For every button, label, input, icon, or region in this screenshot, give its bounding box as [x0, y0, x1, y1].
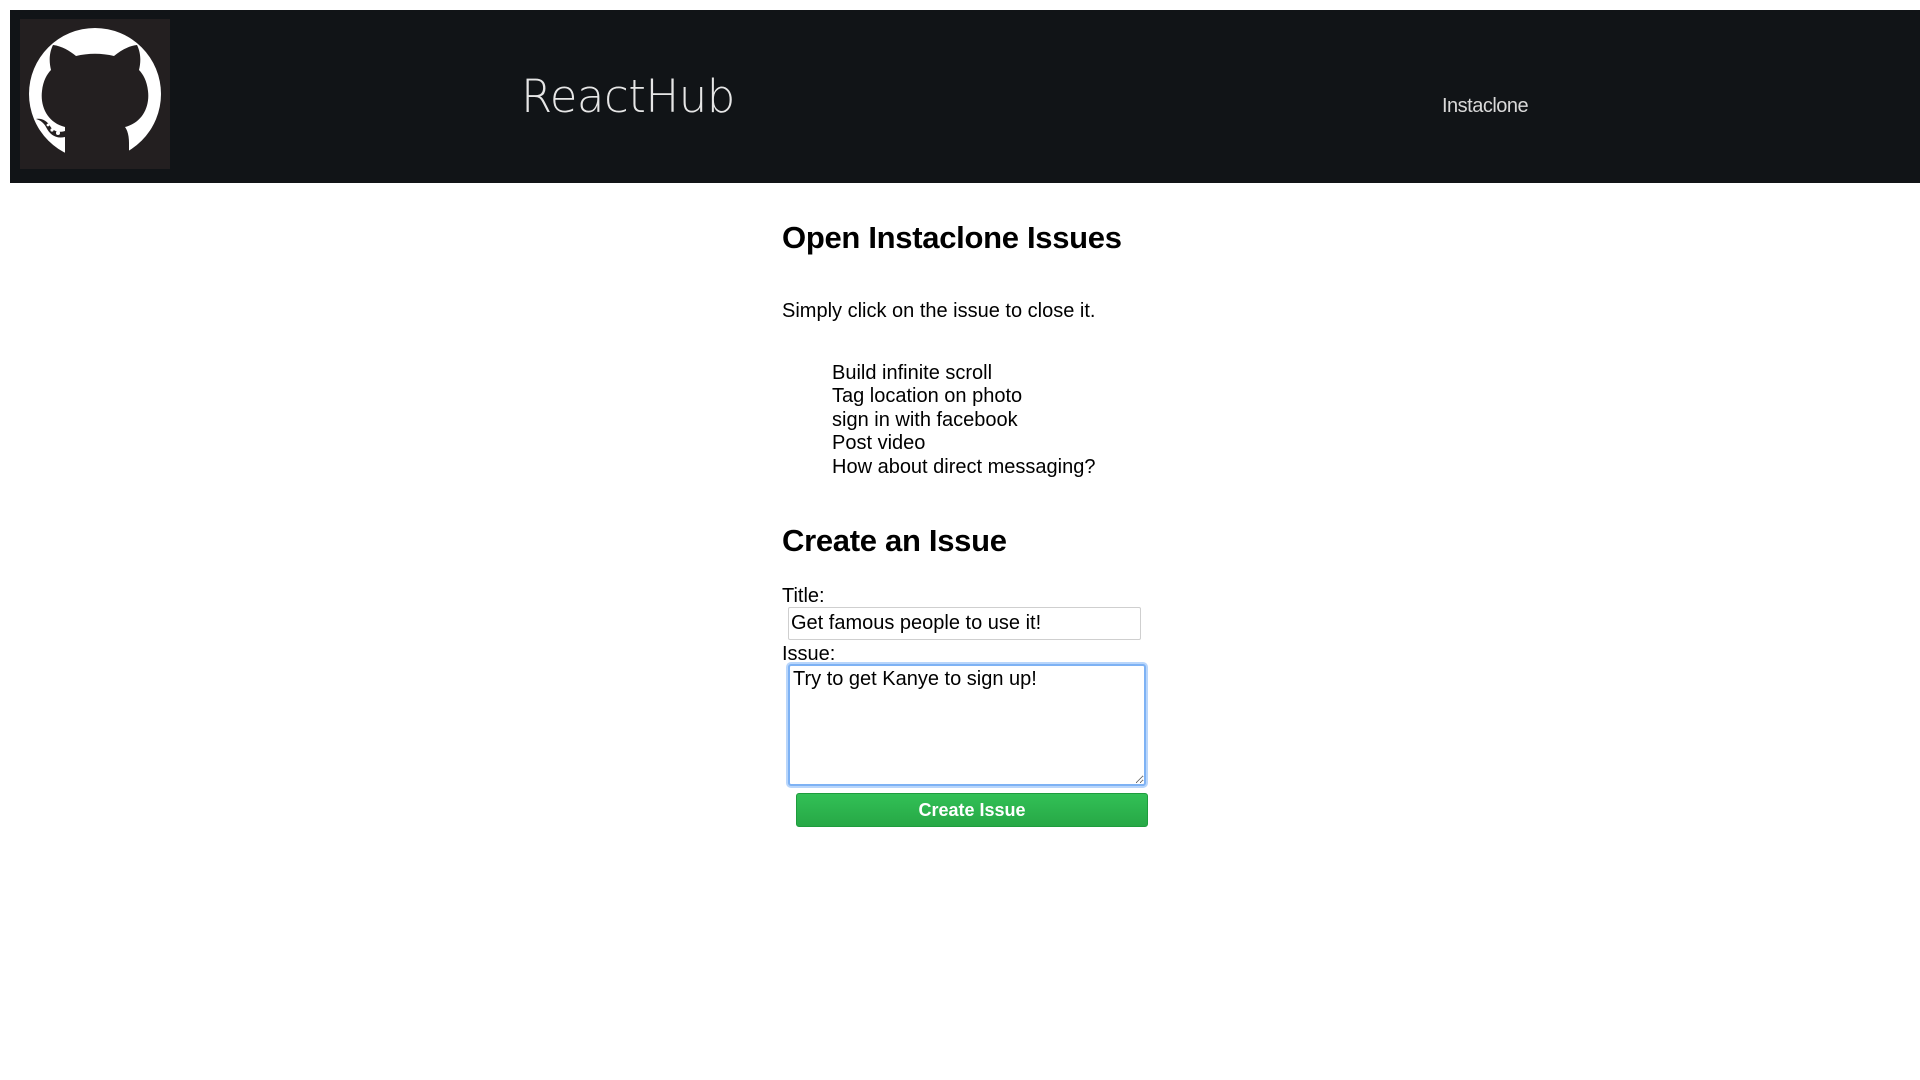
issue-item[interactable]: sign in with facebook	[832, 409, 1095, 432]
brand-title[interactable]: ReactHub	[521, 74, 735, 119]
issue-list: Build infinite scroll Tag location on ph…	[832, 362, 1095, 479]
create-issue-heading: Create an Issue	[782, 523, 1007, 558]
nav-link-instaclone[interactable]: Instaclone	[1442, 95, 1529, 118]
github-octocat-icon[interactable]	[20, 19, 170, 169]
title-input[interactable]	[788, 607, 1141, 640]
open-issues-heading: Open Instaclone Issues	[782, 220, 1122, 255]
instructions-text: Simply click on the issue to close it.	[782, 300, 1096, 322]
issue-item[interactable]: Post video	[832, 432, 1095, 455]
navbar: ReactHub Instaclone	[10, 10, 1920, 183]
issue-label: Issue:	[782, 643, 836, 665]
issue-textarea[interactable]: Try to get Kanye to sign up!	[788, 664, 1146, 786]
title-label: Title:	[782, 585, 825, 607]
issue-item[interactable]: Build infinite scroll	[832, 362, 1095, 385]
create-issue-button[interactable]: Create Issue	[796, 793, 1148, 827]
issue-item[interactable]: How about direct messaging?	[832, 456, 1095, 479]
issue-item[interactable]: Tag location on photo	[832, 385, 1095, 408]
